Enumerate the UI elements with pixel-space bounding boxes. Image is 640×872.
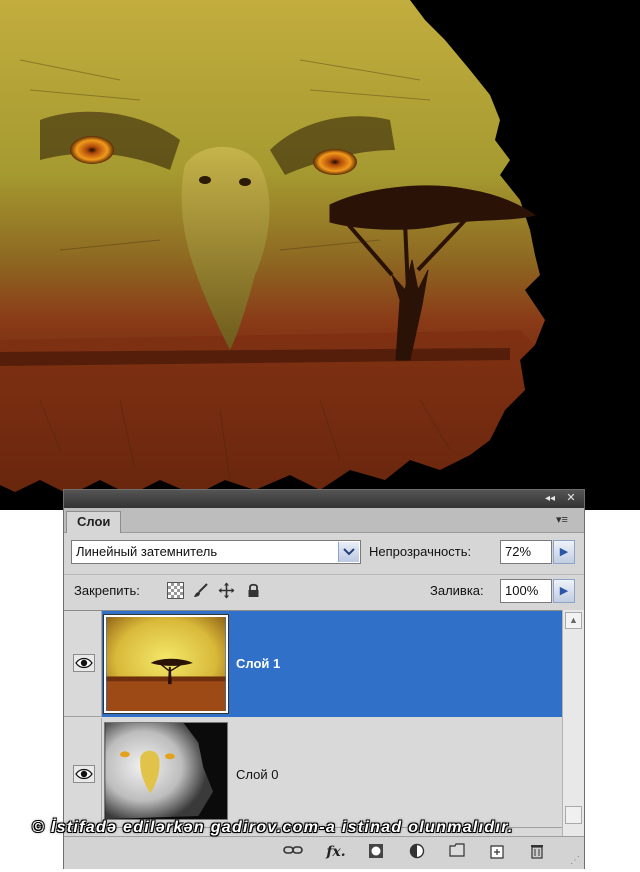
group-folder-icon[interactable] [447,843,467,861]
fill-input[interactable]: 100% [500,579,552,603]
eagle-bw-thumbnail [104,722,228,820]
adjustment-icon[interactable] [407,843,427,861]
blend-mode-value: Линейный затемнитель [76,544,218,559]
visibility-cell [64,718,102,827]
layers-scrollbar[interactable]: ▲ [562,610,584,836]
blend-mode-row: Линейный затемнитель Непрозрачность: 72%… [64,538,584,568]
opacity-slider-arrow-icon[interactable]: ▶ [553,540,575,564]
watermark-text: © İstifadə edilərkən gadirov.com-a istin… [32,819,514,836]
tab-layers[interactable]: Слои [66,511,122,533]
lock-transparent-pixels-icon[interactable] [167,582,184,599]
layers-bottom-toolbar: fx. ⋰ [64,836,584,869]
chevron-down-icon[interactable] [338,542,359,562]
mask-icon[interactable] [366,843,386,861]
blend-mode-select[interactable]: Линейный затемнитель [71,540,361,564]
eye-icon[interactable] [73,765,95,783]
layers-list: Слой 1 Слой 0 [64,610,562,837]
opacity-label: Непрозрачность: [369,544,472,559]
scroll-up-arrow-icon[interactable]: ▲ [565,612,582,629]
collapse-icon[interactable]: ◂◂ [542,492,558,505]
panel-titlebar[interactable]: ◂◂ ✕ [64,490,584,508]
close-icon[interactable]: ✕ [564,492,578,505]
left-eye [70,136,114,164]
fill-label: Заливка: [430,583,484,598]
eye-icon[interactable] [73,654,95,672]
savanna-tree-thumbnail [103,614,229,714]
layers-panel: ◂◂ ✕ Слои ▾≡ Линейный затемнитель Непроз… [63,489,585,869]
right-eye [313,149,357,175]
panel-tab-row: Слои ▾≡ [64,508,584,533]
resize-grip-icon[interactable]: ⋰ [570,855,582,867]
lock-label: Закрепить: [74,583,140,598]
lock-all-padlock-icon[interactable] [245,582,262,599]
layer-name: Слой 0 [236,767,279,782]
panel-menu-icon[interactable]: ▾≡ [556,513,576,527]
lock-position-move-icon[interactable] [218,582,235,599]
fill-slider-arrow-icon[interactable]: ▶ [553,579,575,603]
layer-name: Слой 1 [236,656,281,671]
new-layer-icon[interactable] [487,843,507,861]
lock-row: Закрепить: Заливка: 100% ▶ [64,574,584,605]
layer-row-sloy-0[interactable]: Слой 0 [64,718,562,828]
trash-icon[interactable] [527,843,547,861]
artwork-eagle-tree-image [0,0,640,510]
opacity-input[interactable]: 72% [500,540,552,564]
fx-icon[interactable]: fx. [324,843,348,861]
visibility-cell [64,611,102,716]
link-layers-icon[interactable] [283,843,303,861]
scroll-thumb[interactable] [565,806,582,824]
layer-row-sloy-1[interactable]: Слой 1 [64,611,562,717]
lock-image-pixels-brush-icon[interactable] [192,582,209,599]
